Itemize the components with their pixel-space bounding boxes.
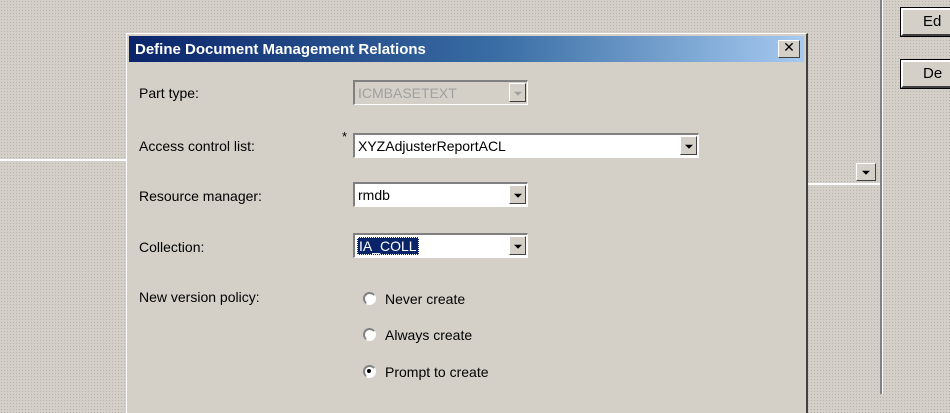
dialog-title: Define Document Management Relations	[135, 41, 426, 58]
chevron-down-icon	[684, 144, 693, 149]
chevron-down-icon	[513, 91, 522, 96]
resource-manager-select[interactable]: rmdb	[353, 182, 528, 207]
radio-icon[interactable]	[363, 328, 376, 341]
background-divider	[0, 159, 132, 161]
radio-always-create-label[interactable]: Always create	[385, 327, 472, 343]
radio-prompt-to-create-label[interactable]: Prompt to create	[385, 364, 489, 380]
define-relations-dialog: Define Document Management Relations ✕ P…	[126, 33, 808, 413]
edit-button[interactable]: Ed	[900, 7, 950, 37]
part-type-label: Part type:	[139, 85, 199, 101]
delete-button-label: De	[923, 65, 943, 82]
close-button[interactable]: ✕	[778, 40, 800, 58]
acl-value: XYZAdjusterReportACL	[358, 138, 506, 154]
part-type-select: ICMBASETEXT	[353, 80, 528, 105]
collection-select[interactable]: IA_COLL	[353, 233, 528, 258]
collection-label: Collection:	[139, 239, 205, 255]
background-panel-edge-highlight	[882, 0, 883, 394]
part-type-dropdown-button	[509, 83, 526, 102]
chevron-down-icon	[513, 193, 522, 198]
scroll-down-button[interactable]	[856, 163, 876, 181]
radio-icon[interactable]	[363, 365, 376, 378]
part-type-value: ICMBASETEXT	[358, 85, 457, 101]
chevron-down-icon	[513, 244, 522, 249]
radio-icon[interactable]	[363, 292, 376, 305]
acl-label: Access control list:	[139, 138, 255, 154]
close-icon: ✕	[783, 40, 795, 56]
resource-manager-label: Resource manager:	[139, 188, 262, 204]
acl-dropdown-button[interactable]	[680, 136, 697, 155]
edit-button-label: Ed	[923, 13, 942, 30]
radio-never-create-label[interactable]: Never create	[385, 291, 465, 307]
chevron-down-icon	[862, 170, 870, 175]
required-marker: *	[342, 129, 348, 144]
acl-select[interactable]: XYZAdjusterReportACL	[353, 133, 699, 158]
resource-manager-dropdown-button[interactable]	[509, 185, 526, 204]
collection-value: IA_COLL	[357, 237, 419, 255]
dialog-titlebar[interactable]: Define Document Management Relations ✕	[129, 36, 804, 62]
delete-button[interactable]: De	[900, 59, 950, 89]
radio-selected-dot	[367, 369, 371, 373]
background-divider	[806, 183, 880, 185]
version-policy-label: New version policy:	[139, 289, 260, 305]
collection-dropdown-button[interactable]	[509, 236, 526, 255]
resource-manager-value: rmdb	[358, 187, 390, 203]
